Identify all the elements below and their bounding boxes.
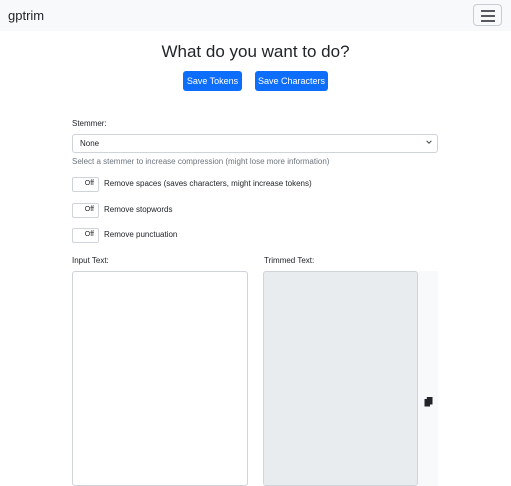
- stemmer-select[interactable]: None: [72, 134, 438, 153]
- chevron-down-icon: [426, 140, 432, 144]
- input-textarea[interactable]: [72, 271, 248, 486]
- save-characters-button[interactable]: Save Characters: [255, 71, 328, 91]
- remove-punctuation-label: Remove punctuation: [104, 230, 178, 239]
- save-tokens-button[interactable]: Save Tokens: [183, 71, 242, 91]
- remove-stopwords-toggle[interactable]: Off: [72, 203, 99, 218]
- remove-punctuation-toggle[interactable]: Off: [72, 228, 99, 243]
- stemmer-help-text: Select a stemmer to increase compression…: [72, 157, 330, 166]
- remove-stopwords-label: Remove stopwords: [104, 205, 173, 214]
- navbar: gptrim: [0, 0, 511, 31]
- remove-spaces-toggle[interactable]: Off: [72, 177, 99, 192]
- toggle-state: Off: [84, 231, 94, 238]
- stemmer-selected-value: None: [80, 139, 100, 148]
- input-text-label: Input Text:: [72, 256, 109, 265]
- stemmer-label: Stemmer:: [72, 119, 107, 128]
- copy-icon[interactable]: [424, 397, 433, 407]
- remove-spaces-label: Remove spaces (saves characters, might i…: [104, 179, 312, 188]
- brand[interactable]: gptrim: [8, 8, 44, 23]
- trimmed-textarea: [263, 271, 418, 486]
- toggle-state: Off: [84, 180, 94, 187]
- copy-button-area: [418, 271, 438, 486]
- hamburger-icon[interactable]: [473, 4, 502, 26]
- trimmed-text-label: Trimmed Text:: [264, 256, 315, 265]
- page-title: What do you want to do?: [161, 42, 350, 61]
- toggle-state: Off: [84, 206, 94, 213]
